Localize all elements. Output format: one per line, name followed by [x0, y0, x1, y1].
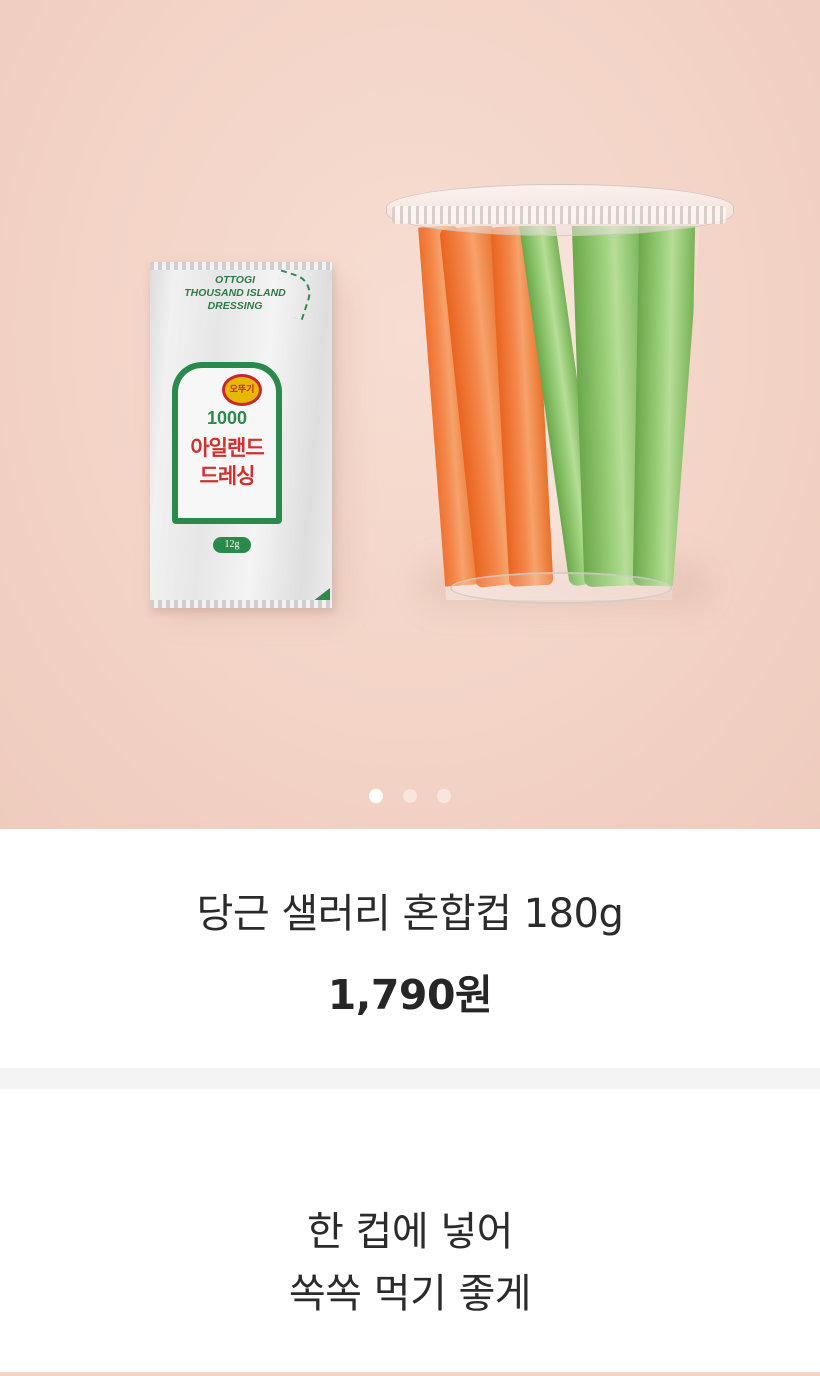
carousel-indicator [0, 788, 820, 807]
sachet-name-line1: 아일랜드 [190, 436, 264, 460]
cup-body [418, 226, 700, 600]
sachet-number: 1000 [206, 408, 248, 428]
ottogi-logo: 오뚜기 [222, 374, 262, 406]
product-price: 1,790원 [327, 971, 493, 1019]
description-line-2: 쏙쏙 먹기 좋게 [288, 1271, 532, 1317]
product-title: 당근 샐러리 혼합컵 180g [196, 891, 624, 937]
sachet-serrated-edge-bottom [150, 600, 332, 608]
celery-stick [632, 226, 696, 587]
dressing-sachet-image: OTTOGI THOUSAND ISLAND DRESSING 오뚜기 1000… [150, 262, 332, 608]
veggie-cup-image [386, 180, 734, 604]
sachet-name-line2: 드레싱 [199, 464, 256, 488]
product-description: 한 컵에 넣어 쏙쏙 먹기 좋게 [0, 1089, 820, 1325]
cup-lid-rim [392, 206, 726, 224]
carousel-dot-1[interactable] [369, 789, 383, 803]
cup-base [450, 572, 672, 604]
product-info: 당근 샐러리 혼합컵 180g 1,790원 [0, 829, 820, 1068]
section-divider [0, 1068, 820, 1089]
carousel-dot-3[interactable] [437, 789, 451, 803]
description-line-1: 한 컵에 넣어 [307, 1209, 513, 1255]
product-image-carousel[interactable]: OTTOGI THOUSAND ISLAND DRESSING 오뚜기 1000… [0, 0, 820, 829]
carousel-dot-2[interactable] [403, 789, 417, 803]
sachet-weight-badge: 12g [213, 537, 251, 553]
sachet-serrated-edge [150, 262, 332, 270]
next-section-edge [0, 1372, 820, 1376]
sachet-label: 오뚜기 1000 아일랜드 드레싱 [172, 362, 282, 524]
